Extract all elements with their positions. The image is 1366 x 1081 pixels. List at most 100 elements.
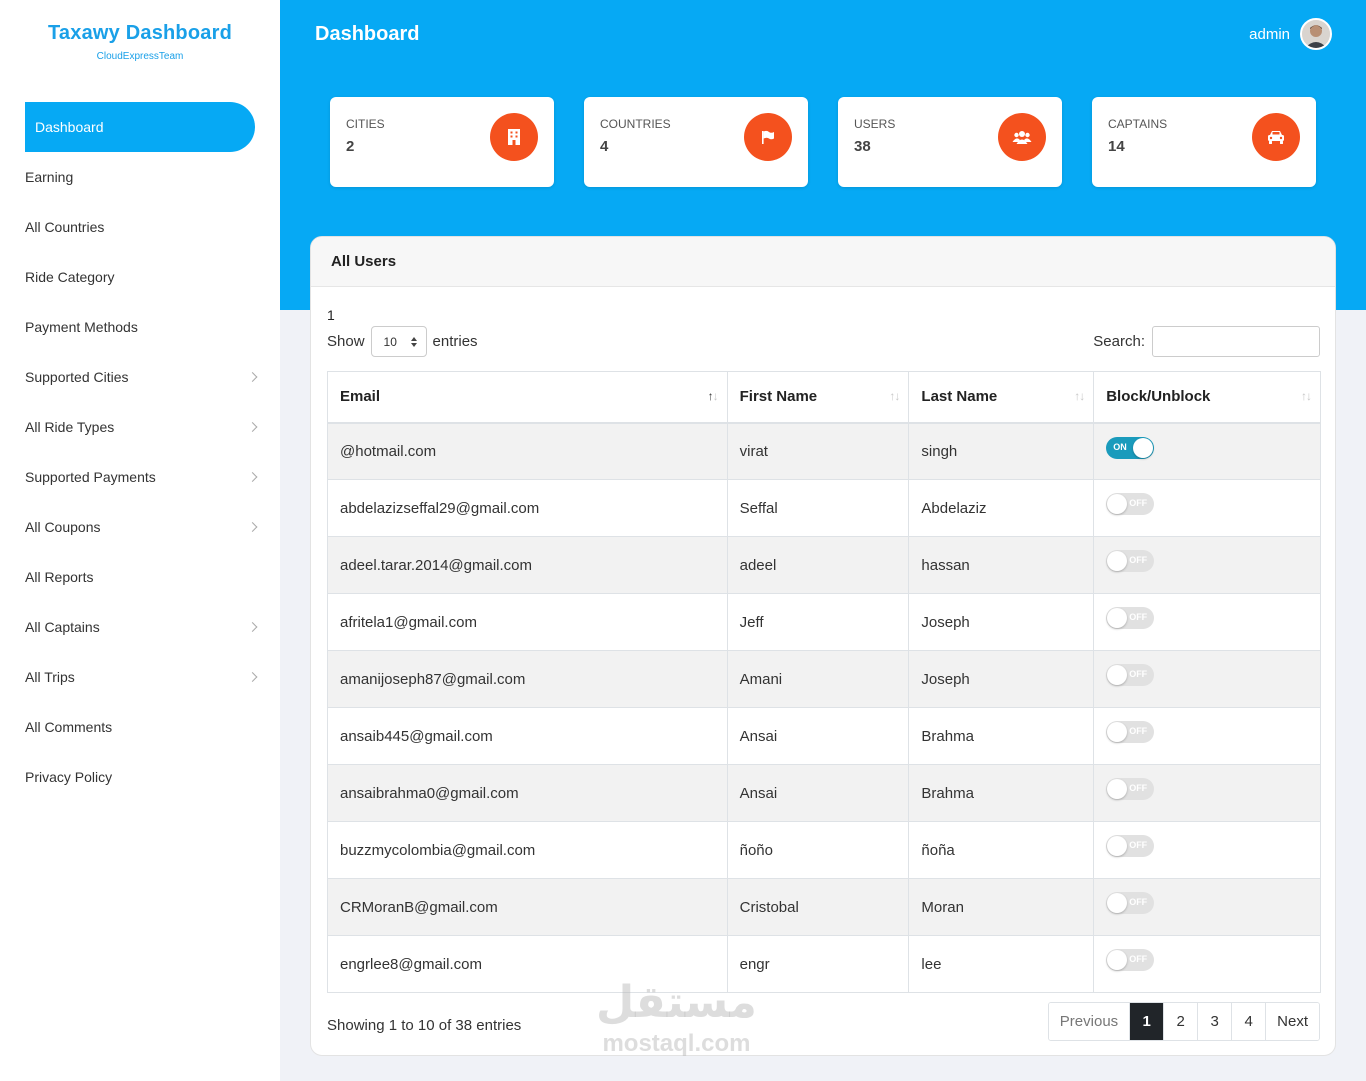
toggle-state-label: OFF <box>1129 555 1148 565</box>
cell-email: ansaib445@gmail.com <box>327 707 728 765</box>
column-header-block[interactable]: Block/Unblock ↑↓ <box>1093 371 1321 424</box>
cell-block: OFF <box>1093 536 1321 594</box>
brand-title[interactable]: Taxawy Dashboard <box>0 22 280 45</box>
entries-label: entries <box>432 333 478 350</box>
sidebar-item-earning[interactable]: Earning <box>0 152 280 202</box>
sidebar-item-all-captains[interactable]: All Captains <box>0 602 280 652</box>
column-header-email[interactable]: Email ↑↓ <box>327 371 728 424</box>
select-arrows-icon <box>410 336 417 347</box>
page-size-value: 10 <box>383 334 397 349</box>
sidebar-item-label: Ride Category <box>25 269 115 285</box>
column-header-label: First Name <box>739 388 818 406</box>
toggle-knob <box>1107 893 1128 913</box>
sidebar-item-privacy-policy[interactable]: Privacy Policy <box>0 752 280 802</box>
sort-icon: ↑↓ <box>1301 389 1312 403</box>
cell-last: ñoña <box>908 821 1095 879</box>
block-toggle[interactable]: OFF <box>1106 607 1155 629</box>
chevron-right-icon <box>247 372 258 382</box>
stat-card-captains[interactable]: CAPTAINS 14 <box>1092 97 1316 187</box>
cell-last: lee <box>908 935 1095 993</box>
stat-value: 14 <box>1108 138 1125 155</box>
cell-email: ansaibrahma0@gmail.com <box>327 764 728 822</box>
toggle-state-label: OFF <box>1129 726 1148 736</box>
stat-label: USERS <box>854 117 896 131</box>
cell-last: Moran <box>908 878 1095 936</box>
sidebar-item-ride-category[interactable]: Ride Category <box>0 252 280 302</box>
stat-value: 2 <box>346 138 355 155</box>
brand-subtitle: CloudExpressTeam <box>96 51 184 62</box>
pagination-page-2[interactable]: 2 <box>1163 1003 1198 1040</box>
cell-email: abdelazizseffal29@gmail.com <box>327 479 728 537</box>
page-size-control: Show 10 entries <box>327 326 478 357</box>
block-toggle[interactable]: OFF <box>1106 493 1155 515</box>
stat-card-countries[interactable]: COUNTRIES 4 <box>584 97 808 187</box>
pagination-next[interactable]: Next <box>1265 1003 1319 1040</box>
block-toggle[interactable]: OFF <box>1106 550 1155 572</box>
toggle-state-label: OFF <box>1129 783 1148 793</box>
sidebar-item-dashboard[interactable]: Dashboard <box>25 102 255 152</box>
sidebar-item-supported-payments[interactable]: Supported Payments <box>0 452 280 502</box>
sidebar-item-label: Earning <box>25 169 74 185</box>
sidebar-item-payment-methods[interactable]: Payment Methods <box>0 302 280 352</box>
pagination-previous[interactable]: Previous <box>1048 1003 1130 1040</box>
column-header-last-name[interactable]: Last Name ↑↓ <box>908 371 1095 424</box>
table-row: abdelazizseffal29@gmail.com Seffal Abdelaz… <box>327 479 1321 537</box>
cell-first: ñoño <box>726 821 910 879</box>
sidebar-item-supported-cities[interactable]: Supported Cities <box>0 352 280 402</box>
pagination-page-3[interactable]: 3 <box>1197 1003 1232 1040</box>
sidebar-item-all-countries[interactable]: All Countries <box>0 202 280 252</box>
block-toggle[interactable]: OFF <box>1106 778 1155 800</box>
sidebar-item-all-ride-types[interactable]: All Ride Types <box>0 402 280 452</box>
show-label: Show <box>327 333 365 350</box>
toggle-state-label: ON <box>1113 441 1127 452</box>
panel-title: All Users <box>311 237 1335 287</box>
sidebar-item-all-coupons[interactable]: All Coupons <box>0 502 280 552</box>
block-toggle[interactable]: OFF <box>1106 835 1155 857</box>
search-input[interactable] <box>1152 326 1320 357</box>
cell-email: adeel.tarar.2014@gmail.com <box>327 536 728 594</box>
table-row: amanijoseph87@gmail.com Amani Joseph OFF <box>327 650 1321 708</box>
cell-block: OFF <box>1093 479 1321 537</box>
block-toggle[interactable]: ON <box>1106 436 1155 459</box>
user-name[interactable]: admin <box>1249 26 1290 43</box>
cell-block: OFF <box>1093 707 1321 765</box>
column-header-first-name[interactable]: First Name ↑↓ <box>726 371 910 424</box>
stat-card-cities[interactable]: CITIES 2 <box>330 97 554 187</box>
avatar[interactable] <box>1300 18 1332 50</box>
sidebar-item-label: All Reports <box>25 569 94 585</box>
toggle-knob <box>1107 836 1128 856</box>
sort-icon: ↑↓ <box>889 389 900 403</box>
block-toggle[interactable]: OFF <box>1106 721 1155 743</box>
page-marker: 1 <box>327 307 335 323</box>
user-menu[interactable]: admin <box>1249 18 1332 50</box>
pagination-page-1[interactable]: 1 <box>1129 1003 1164 1040</box>
cell-email: engrlee8@gmail.com <box>327 935 728 993</box>
sidebar-item-all-trips[interactable]: All Trips <box>0 652 280 702</box>
block-toggle[interactable]: OFF <box>1106 949 1155 971</box>
cell-email: @hotmail.com <box>327 422 728 480</box>
pagination-page-4[interactable]: 4 <box>1231 1003 1266 1040</box>
search-label: Search: <box>1093 333 1145 350</box>
cell-first: Amani <box>726 650 910 708</box>
cell-block: ON <box>1093 422 1321 480</box>
block-toggle[interactable]: OFF <box>1106 892 1155 914</box>
stat-card-users[interactable]: USERS 38 <box>838 97 1062 187</box>
table-row: afritela1@gmail.com Jeff Joseph OFF <box>327 593 1321 651</box>
sidebar-item-all-reports[interactable]: All Reports <box>0 552 280 602</box>
page-size-select[interactable]: 10 <box>370 326 427 357</box>
cell-email: afritela1@gmail.com <box>327 593 728 651</box>
sidebar-item-label: All Coupons <box>25 519 101 535</box>
table-header-row: Email ↑↓ First Name ↑↓ Last Name ↑↓ Block/U… <box>327 371 1321 424</box>
page-title: Dashboard <box>315 23 420 45</box>
column-header-label: Last Name <box>921 388 998 406</box>
sidebar-item-all-comments[interactable]: All Comments <box>0 702 280 752</box>
building-icon <box>490 113 538 161</box>
cell-last: Joseph <box>908 650 1095 708</box>
block-toggle[interactable]: OFF <box>1106 664 1155 686</box>
stat-label: CITIES <box>346 117 385 131</box>
cell-last: singh <box>908 422 1095 480</box>
sidebar-item-label: Supported Cities <box>25 369 129 385</box>
car-icon <box>1252 113 1300 161</box>
search-control: Search: <box>1093 326 1320 357</box>
cell-first: Ansai <box>726 764 910 822</box>
